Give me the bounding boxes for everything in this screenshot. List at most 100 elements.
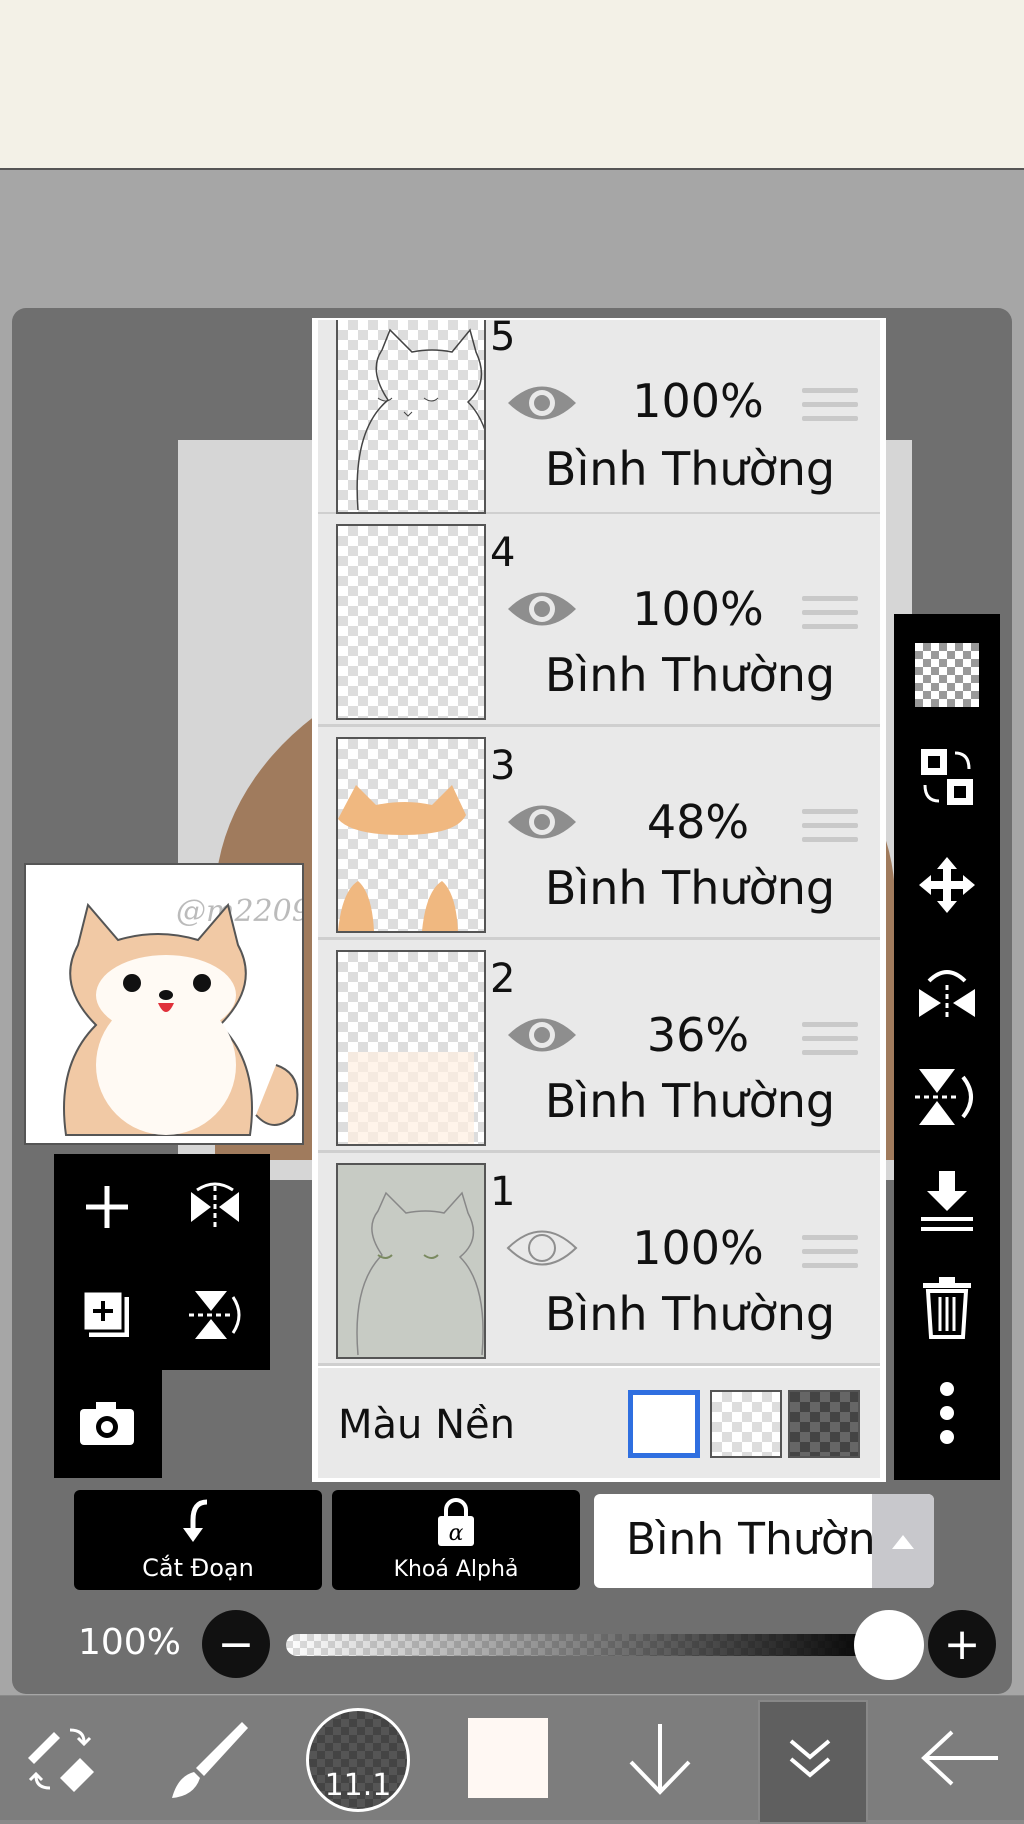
drag-handle-icon[interactable] bbox=[802, 388, 858, 430]
arrow-left-icon bbox=[921, 1730, 998, 1786]
drag-handle-icon[interactable] bbox=[802, 1235, 858, 1277]
brush-icon bbox=[172, 1722, 248, 1798]
camera-panel bbox=[54, 1370, 162, 1478]
flip-layer-vertical-button[interactable] bbox=[162, 1262, 268, 1368]
import-photo-button[interactable] bbox=[54, 1370, 160, 1476]
eye-icon[interactable] bbox=[504, 378, 580, 428]
layer-row[interactable]: 4 100% Bình Thường bbox=[318, 514, 880, 727]
clipping-button[interactable]: Cắt Đoạn bbox=[74, 1490, 322, 1590]
layer-thumbnail bbox=[336, 320, 486, 514]
camera-icon bbox=[80, 1402, 134, 1445]
back-button[interactable] bbox=[910, 1696, 1010, 1820]
layer-opacity: 48% bbox=[646, 795, 750, 849]
layer-blend-mode: Bình Thường bbox=[544, 648, 836, 702]
brush-eraser-swap-icon bbox=[28, 1728, 94, 1792]
layer-row[interactable]: 2 36% Bình Thường bbox=[318, 940, 880, 1153]
delete-layer-button[interactable] bbox=[908, 1268, 986, 1346]
current-color-swatch bbox=[468, 1718, 548, 1798]
flip-horizontal-button[interactable] bbox=[908, 952, 986, 1030]
layer-blend-mode: Bình Thường bbox=[544, 861, 836, 915]
opacity-decrease-button[interactable]: − bbox=[202, 1610, 270, 1678]
preview-cat-image: @m2209 bbox=[63, 894, 311, 1136]
brush-size-value: 11.1 bbox=[324, 1767, 392, 1803]
alpha-lock-label: Khoá Alphả bbox=[393, 1557, 519, 1582]
background-white-swatch[interactable] bbox=[628, 1390, 700, 1458]
layer-opacity: 36% bbox=[646, 1008, 750, 1062]
flip-layer-horizontal-button[interactable] bbox=[162, 1154, 268, 1260]
drag-handle-icon[interactable] bbox=[802, 596, 858, 638]
brush-tool-button[interactable] bbox=[158, 1696, 258, 1820]
clipping-arrow-icon bbox=[183, 1499, 208, 1542]
layer-opacity: 100% bbox=[632, 582, 764, 636]
transparency-button[interactable] bbox=[908, 636, 986, 714]
layer-number: 1 bbox=[490, 1169, 516, 1215]
layer-thumbnail-image bbox=[348, 1052, 474, 1144]
drag-handle-icon[interactable] bbox=[802, 809, 858, 851]
layer-thumbnail-image bbox=[338, 785, 466, 931]
move-layer-down-button[interactable] bbox=[610, 1696, 710, 1820]
layer-thumbnail bbox=[336, 524, 486, 720]
swap-layer-button[interactable] bbox=[908, 738, 986, 816]
background-transparent-swatch[interactable] bbox=[710, 1390, 782, 1458]
move-layer-button[interactable] bbox=[908, 846, 986, 924]
brush-size-button[interactable]: 11.1 bbox=[306, 1708, 410, 1812]
eye-icon[interactable] bbox=[504, 584, 580, 634]
plus-icon: + bbox=[943, 1618, 981, 1670]
opacity-increase-button[interactable]: + bbox=[928, 1610, 996, 1678]
layer-number: 4 bbox=[490, 530, 516, 576]
more-vertical-icon bbox=[940, 1382, 954, 1444]
brush-eraser-toggle-button[interactable] bbox=[12, 1696, 112, 1820]
checkerboard-icon bbox=[915, 643, 979, 707]
more-options-button[interactable] bbox=[908, 1374, 986, 1452]
background-color-row: Màu Nền bbox=[318, 1368, 880, 1478]
layer-thumbnail bbox=[336, 1163, 486, 1359]
chevron-up-icon bbox=[872, 1494, 934, 1588]
layer-opacity-row: 100% − + bbox=[0, 1604, 1024, 1684]
layer-row[interactable]: 3 48% Bình Thường bbox=[318, 727, 880, 940]
opacity-slider[interactable] bbox=[286, 1634, 886, 1656]
drag-handle-icon[interactable] bbox=[802, 1022, 858, 1064]
add-layer-button[interactable] bbox=[54, 1154, 160, 1260]
layer-thumbnail-image bbox=[356, 1191, 484, 1356]
layer-blend-mode: Bình Thường bbox=[544, 1287, 836, 1341]
layer-thumbnail bbox=[336, 737, 486, 933]
layer-number: 5 bbox=[490, 318, 516, 360]
layer-number: 2 bbox=[490, 956, 516, 1002]
layer-opacity-value: 100% bbox=[78, 1622, 181, 1663]
layer-row[interactable]: 5 100% Bình Thường bbox=[318, 318, 880, 515]
merge-down-button[interactable] bbox=[908, 1162, 986, 1240]
eye-hidden-icon[interactable] bbox=[504, 1223, 580, 1273]
duplicate-layer-button[interactable] bbox=[54, 1262, 160, 1368]
minus-icon: − bbox=[217, 1618, 255, 1670]
layer-number: 3 bbox=[490, 743, 516, 789]
blend-mode-select[interactable]: Bình Thường bbox=[594, 1494, 934, 1588]
color-picker-button[interactable] bbox=[458, 1696, 558, 1820]
blend-mode-value: Bình Thường bbox=[626, 1514, 904, 1565]
layer-thumbnail bbox=[336, 950, 486, 1146]
alpha-lock-button[interactable]: α Khoá Alphả bbox=[332, 1490, 580, 1590]
layer-tools-panel bbox=[54, 1154, 270, 1370]
clipping-label: Cắt Đoạn bbox=[142, 1554, 254, 1582]
layer-blend-mode: Bình Thường bbox=[544, 1074, 836, 1128]
layer-blend-mode: Bình Thường bbox=[544, 442, 836, 496]
move-icon bbox=[919, 857, 975, 913]
eye-icon[interactable] bbox=[504, 1010, 580, 1060]
duplicate-layer-icon bbox=[81, 1289, 129, 1337]
opacity-slider-knob[interactable] bbox=[854, 1610, 924, 1680]
flip-vertical-icon bbox=[915, 1069, 973, 1125]
layer-opacity: 100% bbox=[632, 1221, 764, 1275]
layer-row[interactable]: 1 100% Bình Thường bbox=[318, 1153, 880, 1366]
layer-actions-strip bbox=[894, 614, 1000, 1480]
layers-toggle-button[interactable] bbox=[760, 1696, 860, 1820]
eye-icon[interactable] bbox=[504, 797, 580, 847]
svg-text:α: α bbox=[449, 1521, 464, 1546]
background-dark-swatch[interactable] bbox=[788, 1390, 860, 1458]
top-bar bbox=[0, 0, 1024, 170]
canvas-preview[interactable]: @m2209 bbox=[24, 863, 311, 1145]
flip-horizontal-icon bbox=[919, 970, 975, 1021]
flip-vertical-icon bbox=[189, 1291, 241, 1339]
flip-vertical-button[interactable] bbox=[908, 1058, 986, 1136]
layer-thumbnail-image bbox=[356, 328, 484, 511]
layers-panel: 5 100% Bình Thường 4 100% Bình Thường 3 … bbox=[312, 318, 886, 1482]
merge-down-icon bbox=[921, 1171, 973, 1231]
